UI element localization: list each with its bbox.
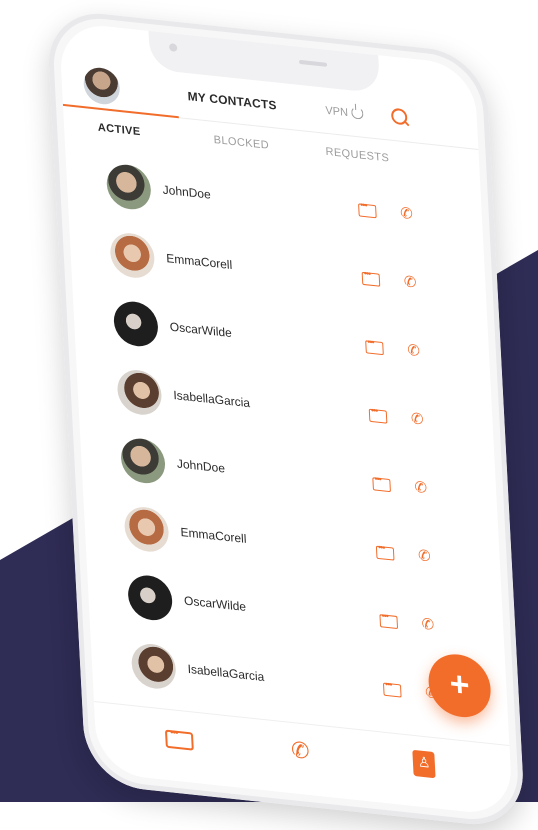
- power-icon: [350, 106, 364, 120]
- active-tab-indicator: [62, 103, 179, 119]
- tab-active[interactable]: ACTIVE: [98, 122, 141, 139]
- phone-icon[interactable]: ✆: [410, 409, 424, 428]
- contact-avatar: [116, 367, 163, 417]
- phone-frame: MY CONTACTS VPN ACTIVE BLOCKED REQUESTS …: [46, 8, 526, 830]
- contact-name: OscarWilde: [183, 593, 247, 615]
- message-icon[interactable]: [361, 271, 381, 287]
- contact-avatar: [123, 504, 170, 554]
- tab-blocked[interactable]: BLOCKED: [213, 134, 269, 152]
- tab-requests[interactable]: REQUESTS: [325, 146, 389, 165]
- user-avatar[interactable]: [82, 65, 121, 107]
- message-icon[interactable]: [372, 477, 391, 493]
- phone-icon[interactable]: ✆: [414, 478, 427, 497]
- message-icon[interactable]: [379, 614, 399, 630]
- contact-avatar: [127, 573, 174, 623]
- contact-name: IsabellaGarcia: [187, 661, 265, 685]
- phone-mockup: MY CONTACTS VPN ACTIVE BLOCKED REQUESTS …: [18, 0, 538, 830]
- contact-name: JohnDoe: [176, 456, 226, 476]
- contacts-book-icon[interactable]: [412, 749, 436, 779]
- message-icon[interactable]: [358, 203, 377, 219]
- contact-avatar: [105, 162, 152, 212]
- message-icon[interactable]: [164, 729, 194, 751]
- contact-name: EmmaCorell: [165, 251, 233, 273]
- search-icon[interactable]: [390, 107, 408, 126]
- contact-name: OscarWilde: [169, 319, 233, 341]
- message-icon[interactable]: [368, 408, 388, 424]
- message-icon[interactable]: [382, 682, 402, 698]
- app-screen: MY CONTACTS VPN ACTIVE BLOCKED REQUESTS …: [58, 21, 514, 817]
- contact-avatar: [109, 230, 156, 280]
- message-icon[interactable]: [365, 340, 384, 356]
- camera-icon: [168, 43, 178, 52]
- page-title[interactable]: MY CONTACTS: [187, 89, 277, 113]
- contact-avatar: [130, 641, 177, 691]
- message-icon[interactable]: [375, 545, 395, 561]
- phone-icon[interactable]: ✆: [400, 204, 413, 223]
- contact-avatar: [112, 299, 160, 349]
- vpn-label: VPN: [325, 104, 349, 120]
- phone-icon[interactable]: ✆: [418, 546, 431, 565]
- phone-icon[interactable]: ✆: [403, 272, 416, 291]
- contact-name: JohnDoe: [162, 182, 212, 202]
- phone-icon[interactable]: ✆: [421, 615, 434, 634]
- contact-name: EmmaCorell: [180, 524, 247, 546]
- vpn-toggle[interactable]: VPN: [325, 104, 364, 121]
- phone-icon[interactable]: ✆: [407, 341, 420, 360]
- phone-icon[interactable]: ✆: [290, 737, 310, 765]
- speaker-icon: [298, 59, 328, 67]
- contact-avatar: [119, 436, 167, 486]
- contact-name: IsabellaGarcia: [173, 387, 251, 411]
